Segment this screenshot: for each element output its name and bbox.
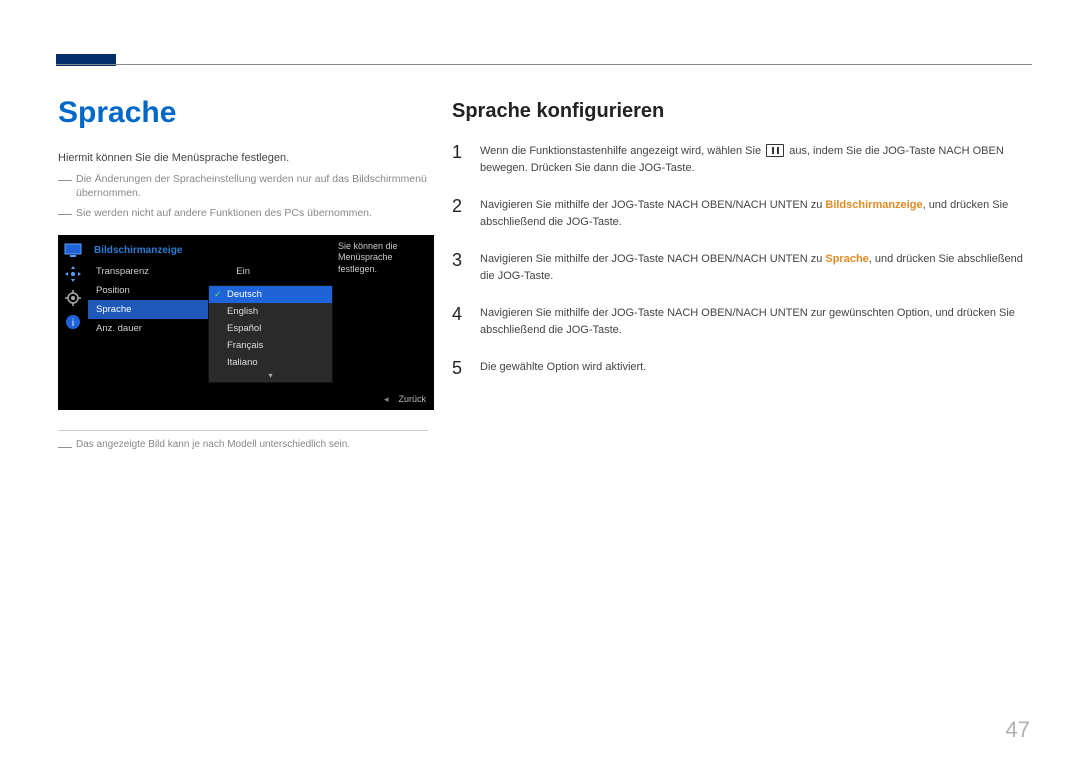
header-rule [56, 64, 1032, 65]
step-text: Navigieren Sie mithilfe der JOG-Taste NA… [480, 305, 1032, 339]
osd-item-label: Sprache [96, 304, 131, 315]
step-text-pre: Wenn die Funktionstastenhilfe angezeigt … [480, 145, 764, 157]
osd-submenu-item: Español [209, 320, 332, 337]
step: 2 Navigieren Sie mithilfe der JOG-Taste … [452, 197, 1032, 231]
note-line: ― Sie werden nicht auf andere Funktionen… [58, 206, 438, 220]
osd-submenu-item: English [209, 303, 332, 320]
step-number: 1 [452, 143, 466, 163]
osd-item-label: Position [96, 285, 130, 296]
subsection-heading: Sprache konfigurieren [452, 100, 1032, 123]
step: 5 Die gewählte Option wird aktiviert. [452, 359, 1032, 379]
osd-item-label: Anz. dauer [96, 323, 142, 334]
step-text: Navigieren Sie mithilfe der JOG-Taste NA… [480, 197, 1032, 231]
info-icon: i [64, 315, 82, 329]
step-text-a: Navigieren Sie mithilfe der JOG-Taste NA… [480, 253, 825, 265]
menu-button-icon [766, 144, 784, 157]
section-heading: Sprache [58, 96, 438, 130]
step: 1 Wenn die Funktionstastenhilfe angezeig… [452, 143, 1032, 177]
footnote-text: Das angezeigte Bild kann je nach Modell … [76, 439, 350, 453]
step: 3 Navigieren Sie mithilfe der JOG-Taste … [452, 251, 1032, 285]
page-number: 47 [1006, 717, 1030, 743]
dash-icon: ― [58, 206, 72, 220]
note-text: Sie werden nicht auf andere Funktionen d… [76, 206, 438, 220]
separator-rule [58, 430, 428, 431]
step-number: 2 [452, 197, 466, 217]
dash-icon: ― [58, 439, 72, 453]
arrows-icon [64, 267, 82, 281]
step-text: Wenn die Funktionstastenhilfe angezeigt … [480, 143, 1032, 177]
gear-icon [64, 291, 82, 305]
dash-icon: ― [58, 172, 72, 200]
left-column: Sprache Hiermit können Sie die Menüsprac… [58, 96, 438, 453]
osd-submenu-item: Italiano [209, 354, 332, 371]
section-lead: Hiermit können Sie die Menüsprache festl… [58, 152, 438, 164]
osd-item: Transparenz Ein [88, 262, 258, 281]
osd-submenu-item-selected: Deutsch [209, 286, 332, 303]
osd-screenshot: i Bildschirmanzeige Transparenz Ein Posi… [58, 235, 434, 410]
display-icon [64, 243, 82, 257]
step-text: Die gewählte Option wird aktiviert. [480, 359, 1032, 376]
osd-item-label: Transparenz [96, 266, 149, 277]
osd-sidebar: i [58, 235, 88, 410]
osd-submenu-item: Français [209, 337, 332, 354]
keyword: Bildschirmanzeige [825, 199, 922, 211]
step-number: 3 [452, 251, 466, 271]
footnote: ― Das angezeigte Bild kann je nach Model… [58, 439, 438, 453]
osd-submenu: Deutsch English Español Français Italian… [208, 285, 333, 383]
note-line: ― Die Änderungen der Spracheinstellung w… [58, 172, 438, 200]
note-text: Die Änderungen der Spracheinstellung wer… [76, 172, 438, 200]
osd-description: Sie können die Menüsprache festlegen. [338, 241, 426, 276]
keyword: Sprache [825, 253, 868, 265]
right-column: Sprache konfigurieren 1 Wenn die Funktio… [452, 100, 1032, 399]
step-number: 4 [452, 305, 466, 325]
scroll-down-icon: ▾ [209, 371, 332, 382]
step-text-a: Navigieren Sie mithilfe der JOG-Taste NA… [480, 199, 825, 211]
svg-text:i: i [72, 318, 74, 329]
step: 4 Navigieren Sie mithilfe der JOG-Taste … [452, 305, 1032, 339]
osd-item-value: Ein [236, 266, 250, 277]
step-text: Navigieren Sie mithilfe der JOG-Taste NA… [480, 251, 1032, 285]
osd-heading: Bildschirmanzeige [88, 241, 258, 262]
osd-back-label: Zurück [384, 394, 426, 405]
step-number: 5 [452, 359, 466, 379]
